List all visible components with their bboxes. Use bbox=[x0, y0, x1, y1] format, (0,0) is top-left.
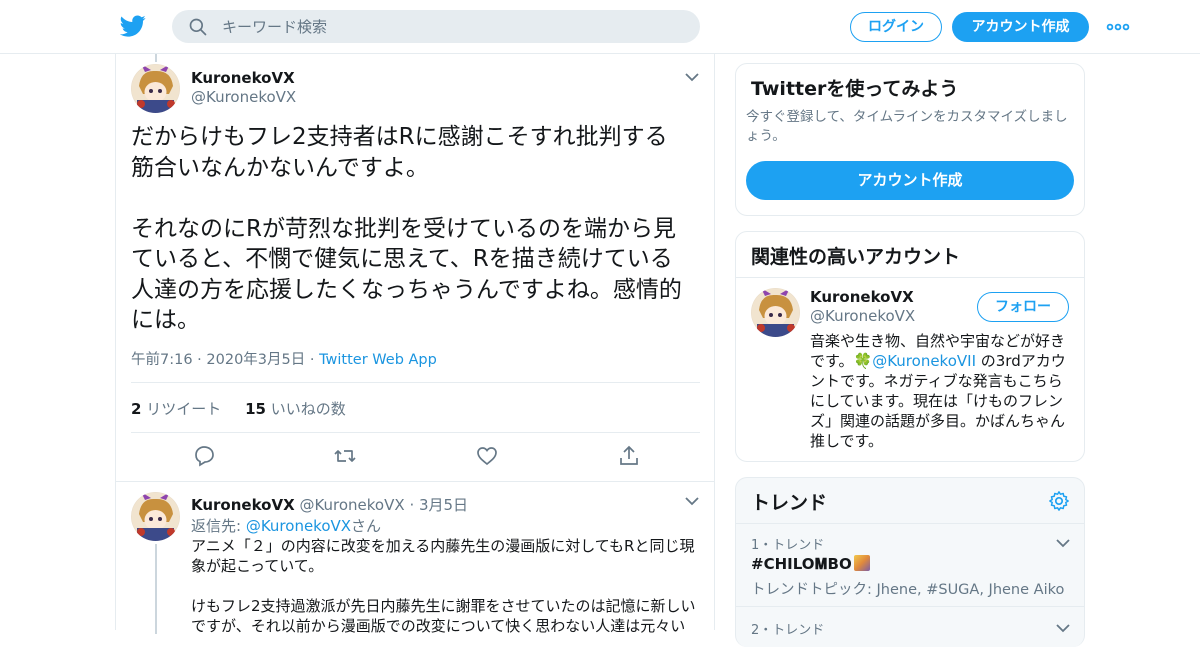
signup-card-description: 今すぐ登録して、タイムラインをカスタマイズしましょう。 bbox=[746, 109, 1068, 144]
reply-icon[interactable] bbox=[192, 444, 216, 468]
trend-topic: トレンドトピック: Jhene, #SUGA, Jhene Aiko bbox=[751, 582, 1065, 598]
reply-suffix: さん bbox=[351, 517, 382, 535]
reply-text: アニメ「２」の内容に改変を加える内藤先生の漫画版に対してもRと同じ現 象が起こっ… bbox=[191, 537, 696, 635]
divider bbox=[736, 277, 1084, 278]
trend-meta: 2・トレンド bbox=[751, 623, 825, 638]
tweet-text: だからけもフレ2支持者はRに感謝こそすれ批判する 筋合いなんかないんですよ。 そ… bbox=[131, 124, 682, 333]
avatar[interactable] bbox=[751, 288, 800, 337]
share-icon[interactable] bbox=[617, 444, 641, 468]
reply-prefix: 返信先: bbox=[191, 517, 246, 535]
reply-to-mention[interactable]: @KuronekoVX bbox=[246, 517, 351, 535]
chevron-down-icon[interactable] bbox=[685, 496, 699, 506]
avatar[interactable] bbox=[131, 64, 180, 113]
twitter-bird-logo-icon[interactable] bbox=[120, 13, 146, 39]
like-label: いいねの数 bbox=[270, 400, 346, 418]
avatar-illustration bbox=[131, 492, 180, 541]
avatar[interactable] bbox=[131, 492, 180, 541]
login-button[interactable]: ログイン bbox=[850, 12, 942, 42]
search-box[interactable] bbox=[172, 10, 700, 43]
avatar-illustration bbox=[751, 288, 800, 337]
tweet-author-handle[interactable]: @KuronekoVX bbox=[191, 88, 296, 106]
retweet-icon[interactable] bbox=[333, 444, 357, 468]
signup-card-title: Twitterを使ってみよう bbox=[751, 78, 959, 100]
like-heart-icon[interactable] bbox=[475, 444, 499, 468]
like-stat[interactable]: 15 いいねの数 bbox=[245, 400, 346, 418]
trend-name[interactable]: #CHILO𝐌BO bbox=[751, 555, 870, 573]
chevron-down-icon[interactable] bbox=[1056, 623, 1070, 633]
trend-meta: 1・トレンド bbox=[751, 538, 825, 553]
divider bbox=[131, 432, 700, 433]
emoji-icon bbox=[853, 555, 870, 571]
related-accounts-card: 関連性の高いアカウント KuronekoVX @KuronekoVX フォロー … bbox=[735, 231, 1085, 462]
like-count: 15 bbox=[245, 400, 266, 418]
thread-connector-line bbox=[155, 54, 157, 62]
tweet-source-link[interactable]: Twitter Web App bbox=[319, 352, 437, 368]
retweet-count: 2 bbox=[131, 400, 142, 418]
divider bbox=[736, 606, 1084, 607]
chevron-down-icon[interactable] bbox=[1056, 538, 1070, 548]
reply-author-handle[interactable]: @KuronekoVX bbox=[299, 496, 404, 514]
tweet-stats: 2 リツイート 15 いいねの数 bbox=[131, 398, 346, 419]
divider bbox=[116, 481, 714, 482]
related-account-handle[interactable]: @KuronekoVX bbox=[810, 307, 915, 325]
trends-card: トレンド 1・トレンド #CHILO𝐌BO トレンドトピック: Jhene, #… bbox=[735, 477, 1085, 647]
avatar-illustration bbox=[131, 64, 180, 113]
replying-to: 返信先: @KuronekoVXさん bbox=[191, 515, 381, 536]
signup-button[interactable]: アカウント作成 bbox=[952, 12, 1089, 42]
reply-date[interactable]: · 3月5日 bbox=[409, 496, 468, 514]
tweet-author-name[interactable]: KuronekoVX bbox=[191, 69, 295, 87]
reply-author-name[interactable]: KuronekoVX bbox=[191, 496, 295, 514]
signup-card-button[interactable]: アカウント作成 bbox=[746, 161, 1074, 200]
follow-button[interactable]: フォロー bbox=[977, 292, 1069, 322]
more-options-icon[interactable] bbox=[1106, 18, 1130, 36]
divider bbox=[131, 382, 700, 383]
trend-hashtag: #CHILO𝐌BO bbox=[751, 555, 852, 573]
tweet-thread-column: KuronekoVX @KuronekoVX だからけもフレ2支持者はRに感謝こ… bbox=[115, 54, 715, 635]
chevron-down-icon[interactable] bbox=[685, 72, 699, 82]
reply-header: KuronekoVX @KuronekoVX · 3月5日 bbox=[191, 494, 468, 515]
divider bbox=[736, 523, 1084, 524]
clover-emoji-icon: 🍀 bbox=[853, 352, 873, 370]
search-input[interactable] bbox=[222, 10, 682, 43]
tweet-actions bbox=[131, 444, 700, 472]
bio-mention-link[interactable]: @KuronekoVII bbox=[872, 352, 976, 370]
related-accounts-title: 関連性の高いアカウント bbox=[751, 246, 961, 268]
retweet-label: リツイート bbox=[146, 400, 222, 418]
gear-icon[interactable] bbox=[1048, 490, 1070, 512]
thread-connector-line bbox=[155, 544, 157, 634]
related-account-bio: 音楽や生き物、自然や宇宙などが好きです。🍀@KuronekoVII の3rdアカ… bbox=[810, 331, 1072, 451]
retweet-stat[interactable]: 2 リツイート bbox=[131, 400, 221, 418]
trends-title: トレンド bbox=[751, 492, 828, 514]
tweet-metadata: 午前7:16 · 2020年3月5日 · Twitter Web App bbox=[131, 348, 437, 369]
related-account-name[interactable]: KuronekoVX bbox=[810, 288, 914, 306]
tweet-timestamp[interactable]: 午前7:16 · 2020年3月5日 bbox=[131, 352, 305, 368]
signup-card: Twitterを使ってみよう 今すぐ登録して、タイムラインをカスタマイズしましょ… bbox=[735, 63, 1085, 216]
search-icon bbox=[189, 18, 207, 36]
top-navigation-bar: ログイン アカウント作成 bbox=[0, 0, 1200, 54]
meta-separator: · bbox=[305, 352, 320, 368]
